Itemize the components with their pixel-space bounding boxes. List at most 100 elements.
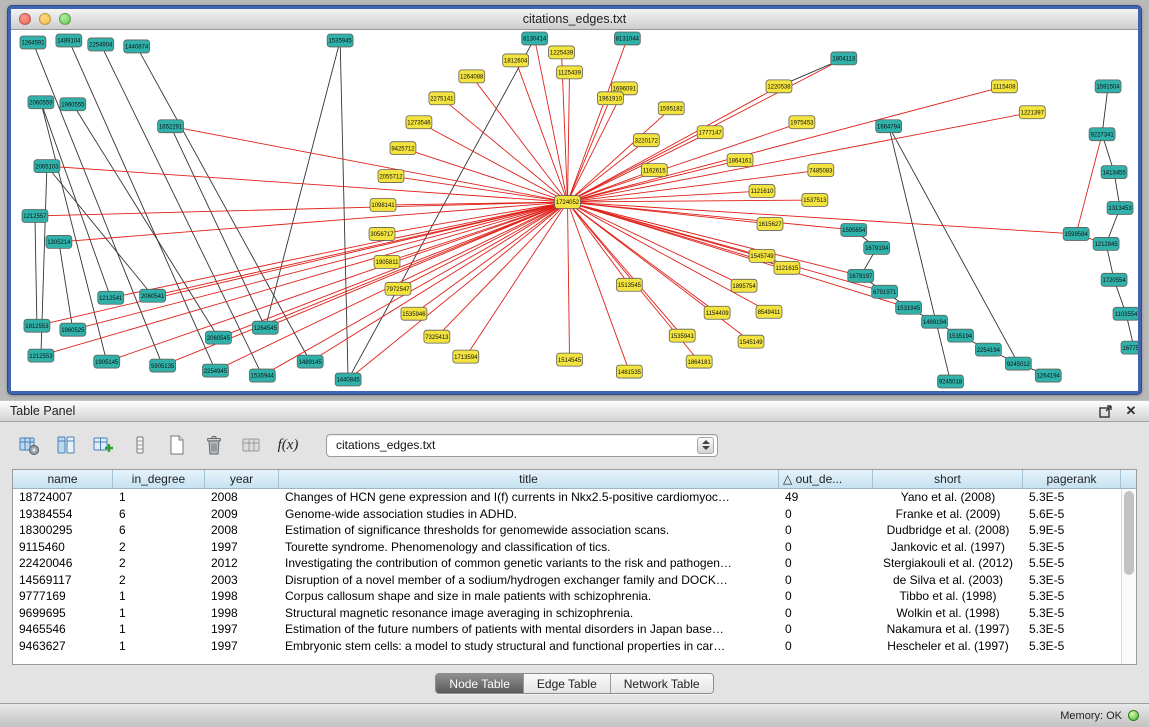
graph-node[interactable]: 1098141 (370, 199, 396, 212)
graph-node[interactable]: 1212553 (28, 349, 54, 362)
graph-node[interactable]: 1489104 (56, 34, 82, 47)
graph-edge[interactable] (568, 72, 570, 202)
graph-node[interactable]: 1489194 (922, 315, 948, 328)
graph-node[interactable]: 1905811 (374, 255, 400, 268)
graph-node[interactable]: 1864161 (727, 154, 753, 167)
tab-edge-table[interactable]: Edge Table (524, 674, 611, 693)
graph-edge[interactable] (37, 202, 568, 326)
graph-node[interactable]: 1679194 (864, 241, 890, 254)
table-row[interactable]: 911546021997Tourette syndrome. Phenomeno… (13, 539, 1121, 556)
graph-node[interactable]: 1121615 (774, 261, 800, 274)
table-selector-dropdown[interactable]: citations_edges.txt (326, 434, 718, 457)
graph-node[interactable]: 1481535 (616, 365, 642, 378)
graph-edge[interactable] (47, 166, 568, 202)
graph-node[interactable]: 1535941 (669, 329, 695, 342)
graph-edge[interactable] (69, 40, 216, 370)
graph-node[interactable]: 1652291 (158, 120, 184, 133)
graph-node[interactable]: 7485083 (808, 164, 834, 177)
graph-node[interactable]: 1212541 (98, 291, 124, 304)
graph-edge[interactable] (889, 126, 951, 381)
table-options-icon[interactable] (16, 432, 42, 458)
table-row[interactable]: 969969511998Structural magnetic resonanc… (13, 605, 1121, 622)
graph-edge[interactable] (568, 202, 570, 360)
graph-node[interactable]: 1812553 (24, 319, 50, 332)
graph-node[interactable]: 1440845 (335, 373, 361, 386)
graph-node[interactable]: 1531945 (896, 301, 922, 314)
graph-node[interactable]: 1720554 (1101, 273, 1127, 286)
graph-node[interactable]: 1413455 (1101, 166, 1127, 179)
tab-network-table[interactable]: Network Table (611, 674, 713, 693)
graph-node[interactable]: 1664794 (876, 120, 902, 133)
graph-node[interactable]: 1615627 (757, 217, 783, 230)
graph-edge[interactable] (35, 216, 37, 326)
graph-node[interactable]: 1677554 (1121, 341, 1138, 354)
graph-node[interactable]: 8131044 (614, 32, 640, 45)
graph-node[interactable]: 1313453 (1107, 202, 1133, 215)
graph-node[interactable]: 1225439 (549, 46, 575, 59)
graph-edge[interactable] (35, 202, 568, 216)
graph-node[interactable]: 3056717 (369, 227, 395, 240)
graph-node[interactable]: 1537513 (802, 194, 828, 207)
graph-node[interactable]: 1264545 (252, 321, 278, 334)
graph-edge[interactable] (218, 202, 567, 338)
graph-node[interactable]: 1864181 (686, 355, 712, 368)
float-panel-icon[interactable] (1097, 403, 1113, 419)
network-window-titlebar[interactable]: citations_edges.txt (11, 9, 1138, 30)
graph-node[interactable]: 1489145 (297, 355, 323, 368)
function-builder-icon[interactable]: f(x) (275, 432, 301, 458)
graph-node[interactable]: 8549411 (756, 305, 782, 318)
table-scrollbar-thumb[interactable] (1124, 491, 1134, 575)
graph-node[interactable]: 1103554 (1113, 307, 1138, 320)
graph-node[interactable]: 1221397 (1019, 106, 1045, 119)
graph-edge[interactable] (466, 202, 568, 357)
graph-node[interactable]: 1162615 (641, 164, 667, 177)
graph-node[interactable]: 2275141 (429, 92, 455, 105)
column-header-in_degree[interactable]: in_degree (113, 470, 205, 488)
graph-edge[interactable] (137, 46, 311, 361)
graph-edge[interactable] (398, 202, 568, 289)
column-header-name[interactable]: name (13, 470, 113, 488)
graph-edge[interactable] (1102, 86, 1108, 134)
graph-node[interactable]: 2060545 (205, 331, 231, 344)
graph-edge[interactable] (73, 104, 219, 337)
graph-node[interactable]: 1960555 (60, 98, 86, 111)
graph-node[interactable]: 9227341 (1089, 128, 1115, 141)
graph-node[interactable]: 1960525 (60, 323, 86, 336)
new-table-icon[interactable] (164, 432, 190, 458)
graph-node[interactable]: 1220538 (766, 80, 792, 93)
graph-node[interactable]: 1440874 (124, 40, 150, 53)
show-columns-icon[interactable] (53, 432, 79, 458)
graph-edge[interactable] (414, 202, 568, 314)
graph-edge[interactable] (568, 202, 630, 285)
graph-node[interactable]: 1545749 (749, 249, 775, 262)
graph-node[interactable]: 1514545 (557, 353, 583, 366)
graph-node[interactable]: 5905135 (150, 359, 176, 372)
graph-edge[interactable] (47, 166, 153, 296)
graph-node[interactable]: 1212557 (22, 210, 48, 223)
graph-node[interactable]: 1264088 (459, 70, 485, 83)
graph-node[interactable]: 1154409 (704, 306, 730, 319)
graph-edge[interactable] (419, 122, 568, 202)
column-header-year[interactable]: year (205, 470, 279, 488)
graph-node[interactable]: 1535944 (249, 369, 275, 382)
graph-node[interactable]: 3220172 (633, 134, 659, 147)
table-row[interactable]: 1938455462009Genome-wide association stu… (13, 506, 1121, 523)
graph-node[interactable]: 1961910 (597, 92, 623, 105)
graph-edge[interactable] (568, 98, 611, 202)
add-column-icon[interactable] (90, 432, 116, 458)
graph-node[interactable]: 2055712 (378, 170, 404, 183)
column-header-short[interactable]: short (873, 470, 1023, 488)
graph-node[interactable]: 2254194 (975, 343, 1001, 356)
graph-node[interactable]: 1777147 (697, 126, 723, 139)
graph-edge[interactable] (41, 202, 568, 356)
graph-node[interactable]: 9425712 (390, 142, 416, 155)
graph-node[interactable]: 1264194 (1035, 369, 1061, 382)
graph-node[interactable]: 9245018 (938, 375, 964, 388)
graph-node[interactable]: 2254945 (202, 364, 228, 377)
table-row[interactable]: 1456911722003Disruption of a novel membe… (13, 572, 1121, 589)
graph-node[interactable]: 7325413 (424, 330, 450, 343)
graph-edge[interactable] (568, 88, 625, 202)
graph-edge[interactable] (41, 102, 111, 297)
graph-edge[interactable] (33, 42, 163, 365)
graph-edge[interactable] (568, 202, 885, 292)
